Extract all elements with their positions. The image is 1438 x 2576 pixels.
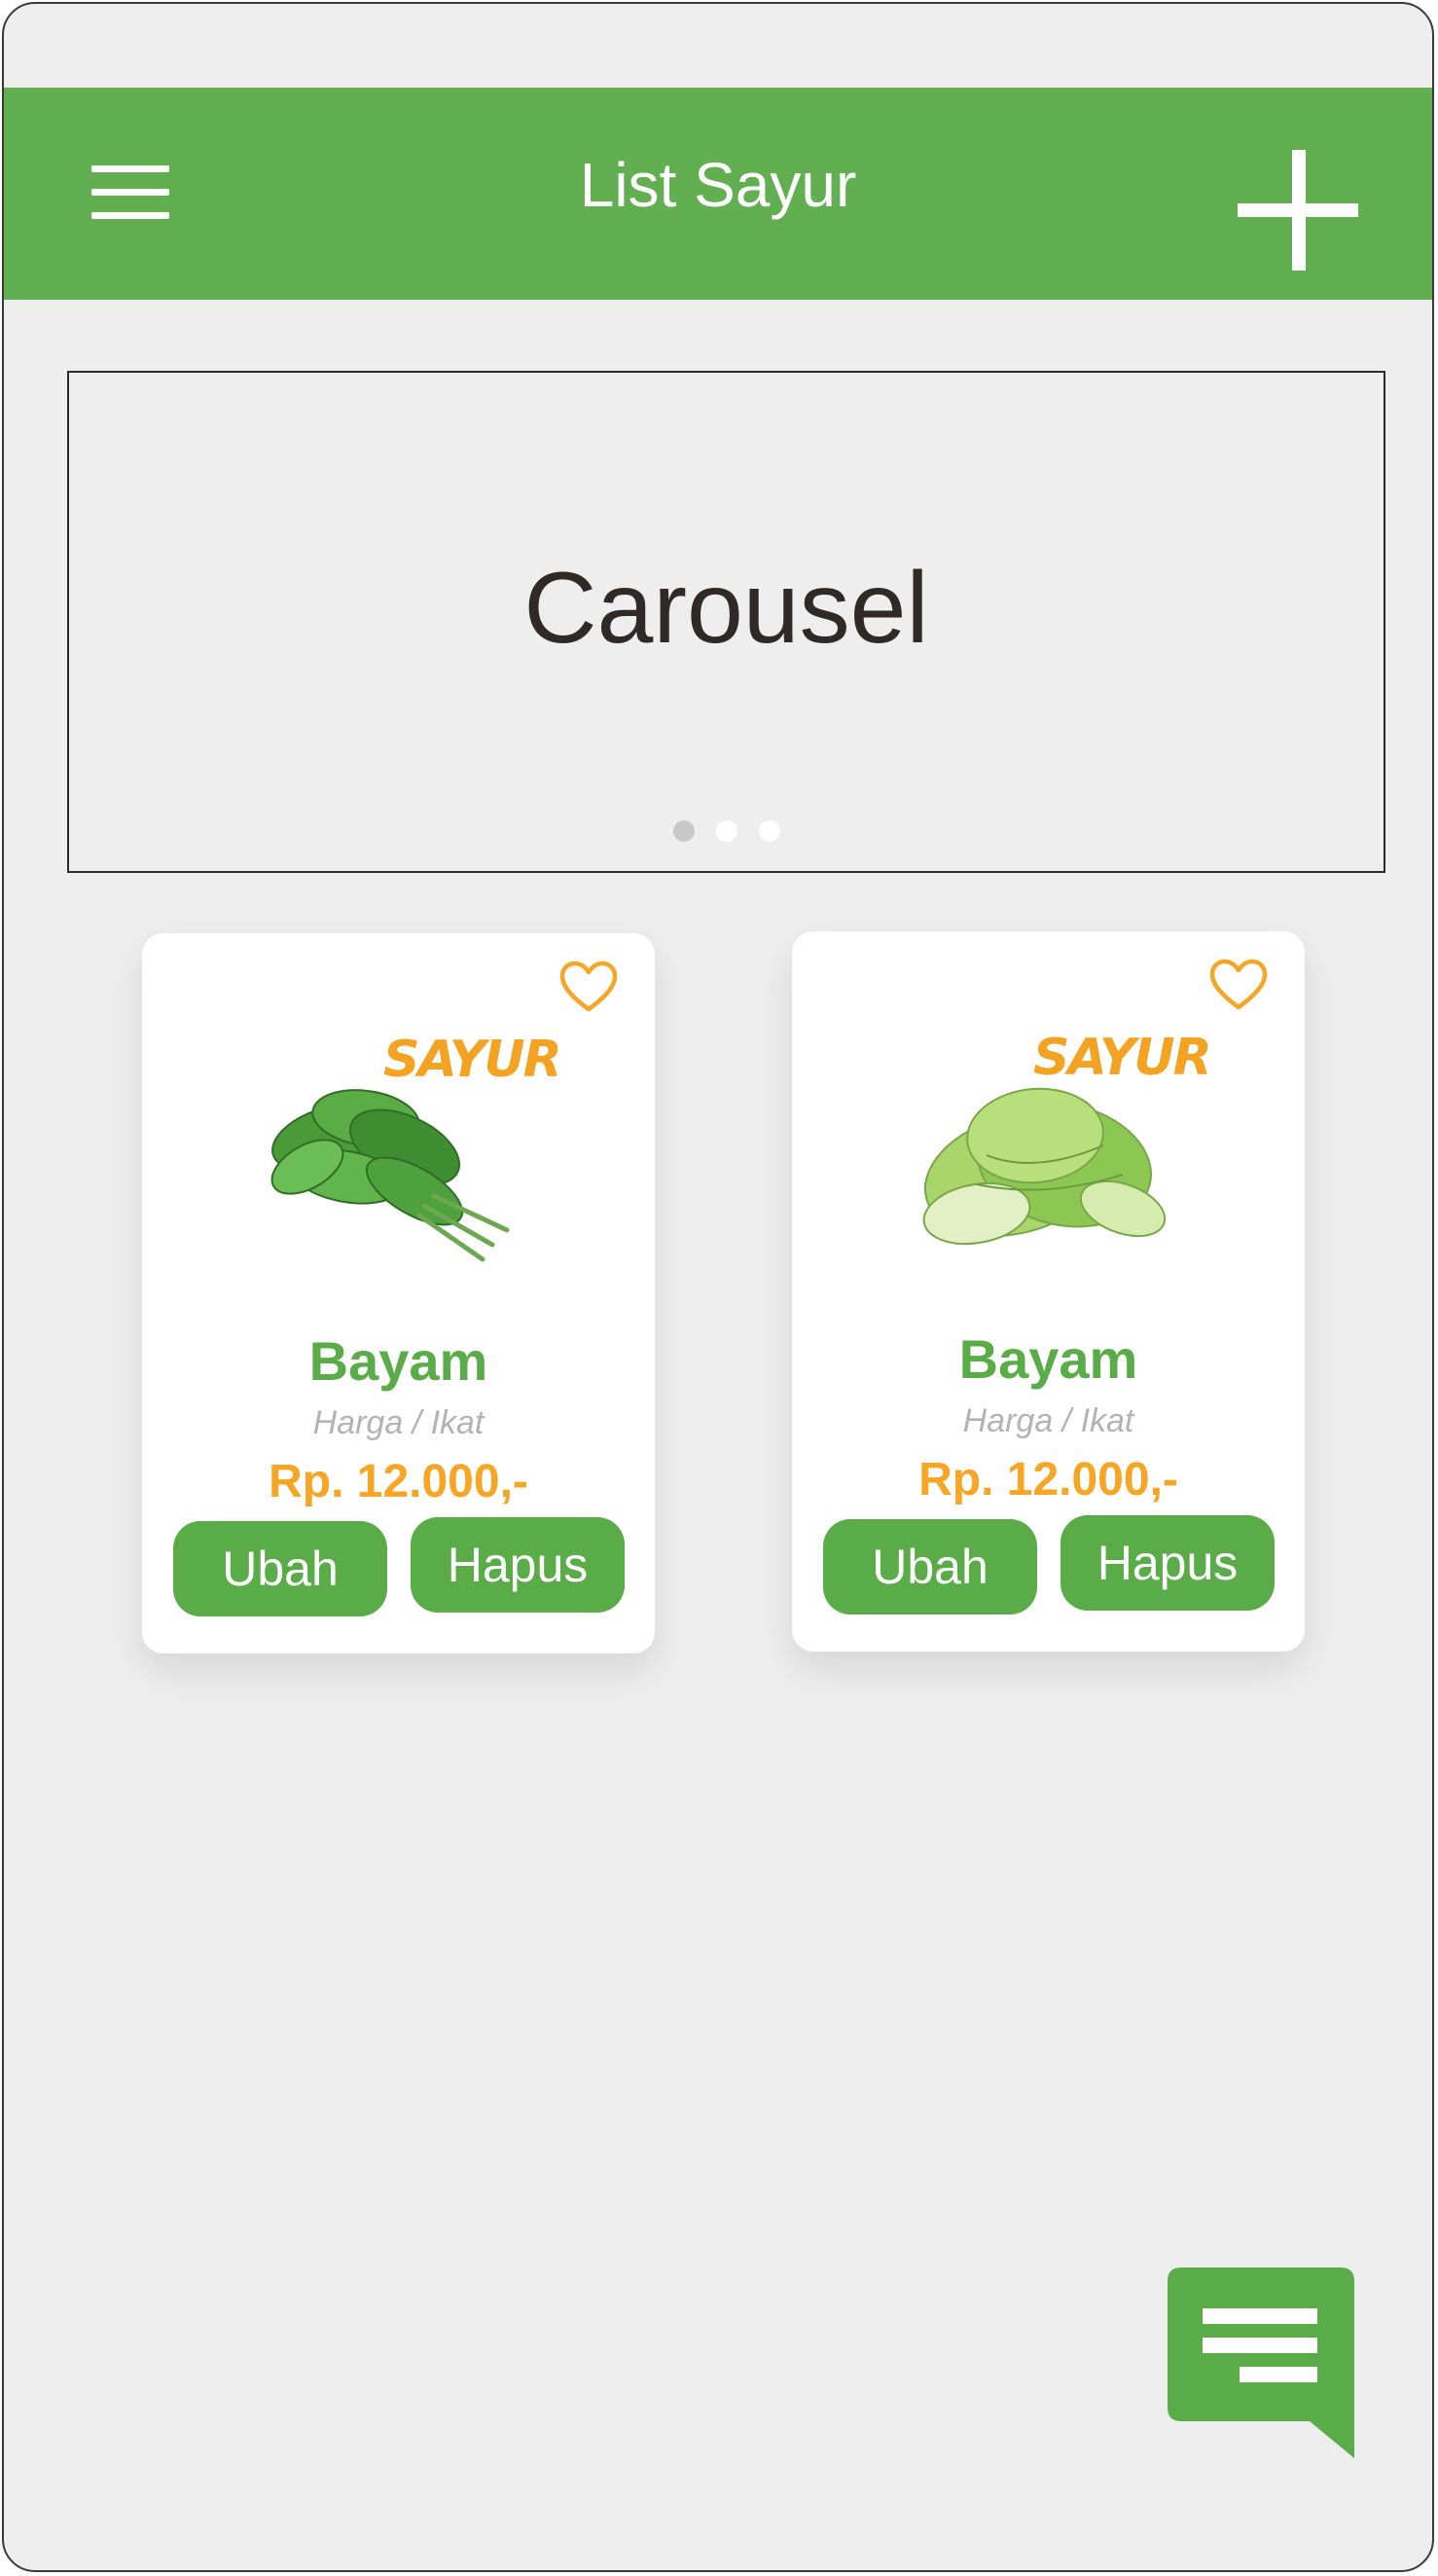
edit-button[interactable]: Ubah <box>173 1521 387 1616</box>
product-card[interactable]: SAYUR Bayam Harga / Ikat Rp. 12.000,- Ub… <box>792 931 1305 1651</box>
chat-message-icon[interactable] <box>1164 2268 1358 2458</box>
carousel-dot[interactable] <box>758 820 780 842</box>
product-price: Rp. 12.000,- <box>918 1454 1178 1506</box>
product-name: Bayam <box>308 1330 488 1392</box>
app-bar: List Sayur <box>4 88 1432 300</box>
carousel-label: Carousel <box>523 552 929 665</box>
heart-icon[interactable] <box>1209 959 1268 1011</box>
heart-icon[interactable] <box>559 961 618 1013</box>
product-unit: Harga / Ikat <box>962 1402 1134 1439</box>
phone-frame: List Sayur Carousel SAYUR Bayam Harga / … <box>2 2 1434 2572</box>
page-title: List Sayur <box>579 150 857 220</box>
delete-button[interactable]: Hapus <box>1061 1515 1275 1611</box>
carousel-dots <box>69 820 1384 842</box>
carousel-dot[interactable] <box>715 820 737 842</box>
product-name: Bayam <box>958 1328 1138 1390</box>
brand-logo: SAYUR <box>1033 1029 1212 1087</box>
brand-logo-text: SAYUR <box>383 1031 562 1089</box>
product-unit: Harga / Ikat <box>312 1404 485 1441</box>
product-price: Rp. 12.000,- <box>269 1456 528 1507</box>
brand-logo: SAYUR <box>383 1031 562 1089</box>
carousel-dot[interactable] <box>672 820 695 842</box>
add-icon[interactable] <box>1238 150 1358 271</box>
product-card[interactable]: SAYUR Bayam Harga / Ikat Rp. 12.000,- Ub… <box>142 933 655 1653</box>
edit-button[interactable]: Ubah <box>823 1519 1037 1615</box>
delete-button[interactable]: Hapus <box>411 1517 625 1613</box>
carousel[interactable]: Carousel <box>67 371 1385 873</box>
brand-logo-text: SAYUR <box>1033 1029 1212 1087</box>
